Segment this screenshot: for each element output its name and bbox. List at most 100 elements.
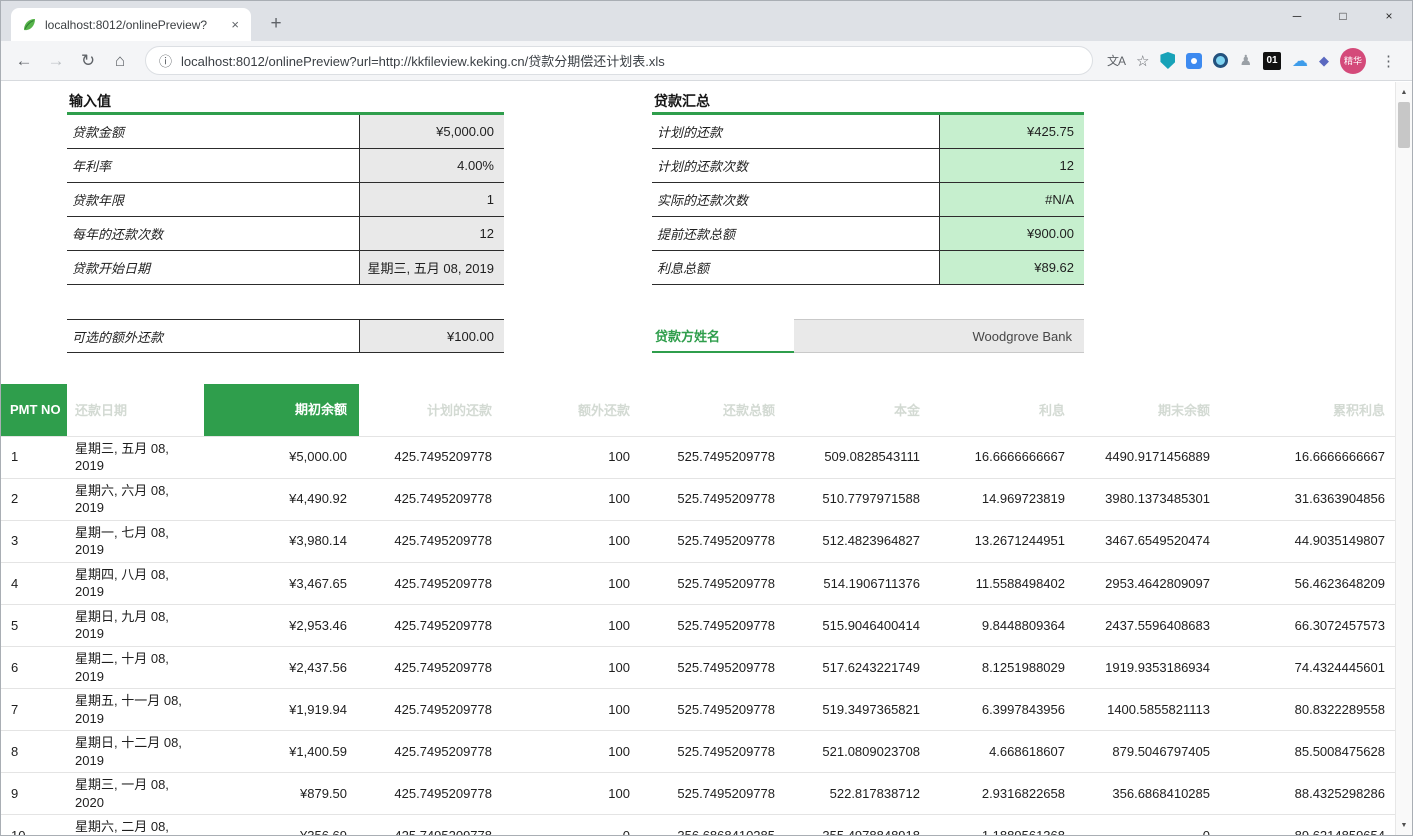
home-icon[interactable]: ⌂ [105, 46, 135, 76]
shield-extension-icon[interactable] [1160, 52, 1175, 69]
input-row-value: 12 [359, 217, 504, 250]
input-row-value: 1 [359, 183, 504, 216]
cell-pmt-no: 10 [1, 815, 67, 835]
cell-scheduled-payment: 425.7495209778 [359, 815, 504, 835]
cell-interest: 8.1251988029 [932, 646, 1077, 688]
profile-avatar[interactable]: 精华 [1340, 48, 1366, 74]
summary-row: 提前还款总额 ¥900.00 [652, 217, 1084, 251]
cell-cumulative-interest: 56.4623648209 [1222, 562, 1397, 604]
cell-pmt-no: 9 [1, 773, 67, 815]
schedule-row: 4 星期四, 八月 08, 2019 ¥3,467.65 425.7495209… [1, 562, 1397, 604]
gray-extension-icon[interactable]: ♟ [1239, 52, 1252, 69]
cell-pmt-no: 4 [1, 562, 67, 604]
cell-payment-date: 星期一, 七月 08, 2019 [67, 520, 204, 562]
cell-total-payment: 525.7495209778 [642, 773, 787, 815]
cell-ending-balance: 1919.9353186934 [1077, 646, 1222, 688]
kkfileview-leaf-favicon-icon [21, 17, 37, 33]
cell-scheduled-payment: 425.7495209778 [359, 646, 504, 688]
cell-principal: 355.4978848918 [787, 815, 932, 835]
cell-total-payment: 525.7495209778 [642, 520, 787, 562]
amortization-table: PMT NO 还款日期 期初余额 计划的还款 额外还款 还款总额 本金 利息 期… [1, 384, 1397, 835]
header-extra-payment: 额外还款 [504, 384, 642, 436]
circle-extension-icon[interactable] [1213, 53, 1228, 68]
input-row-label: 年利率 [67, 149, 359, 182]
cell-extra-payment: 100 [504, 604, 642, 646]
cell-principal: 512.4823964827 [787, 520, 932, 562]
header-payment-date: 还款日期 [67, 384, 204, 436]
window-controls: ─ □ × [1274, 1, 1412, 31]
extra-payment-label: 可选的额外还款 [67, 320, 359, 352]
cell-beginning-balance: ¥4,490.92 [204, 478, 359, 520]
cell-interest: 9.8448809364 [932, 604, 1077, 646]
input-row: 年利率 4.00% [67, 149, 504, 183]
schedule-row: 3 星期一, 七月 08, 2019 ¥3,980.14 425.7495209… [1, 520, 1397, 562]
cell-cumulative-interest: 44.9035149807 [1222, 520, 1397, 562]
menu-kebab-icon[interactable]: ⋮ [1377, 52, 1400, 70]
cell-payment-date: 星期三, 五月 08, 2019 [67, 436, 204, 478]
cell-scheduled-payment: 425.7495209778 [359, 478, 504, 520]
tab-close-icon[interactable]: × [229, 17, 241, 32]
cell-extra-payment: 100 [504, 436, 642, 478]
new-tab-button[interactable]: + [263, 11, 289, 37]
translate-icon[interactable]: 文A [1107, 52, 1125, 69]
cell-cumulative-interest: 80.8322289558 [1222, 689, 1397, 731]
pointer-extension-icon[interactable]: ◆ [1319, 53, 1329, 69]
cell-total-payment: 525.7495209778 [642, 646, 787, 688]
summary-panel-title: 贷款汇总 [652, 88, 1084, 112]
extra-payment-row: 可选的额外还款 ¥100.00 [67, 319, 504, 353]
address-bar[interactable]: ⓘ localhost:8012/onlinePreview?url=http:… [145, 46, 1093, 75]
cell-beginning-balance: ¥356.69 [204, 815, 359, 835]
spacer [67, 285, 504, 319]
cell-total-payment: 525.7495209778 [642, 731, 787, 773]
reload-icon[interactable]: ↻ [73, 46, 103, 76]
scrollbar-thumb[interactable] [1398, 102, 1410, 148]
input-row-label: 每年的还款次数 [67, 217, 359, 250]
input-row: 贷款开始日期 星期三, 五月 08, 2019 [67, 251, 504, 285]
forward-icon[interactable]: → [41, 46, 71, 76]
cell-scheduled-payment: 425.7495209778 [359, 562, 504, 604]
cell-ending-balance: 4490.9171456889 [1077, 436, 1222, 478]
summary-row-value: #N/A [939, 183, 1084, 216]
header-scheduled-payment: 计划的还款 [359, 384, 504, 436]
summary-row: 计划的还款 ¥425.75 [652, 115, 1084, 149]
scroll-down-icon[interactable]: ▼ [1396, 817, 1412, 833]
vertical-scrollbar[interactable]: ▲ ▼ [1395, 82, 1412, 835]
cell-scheduled-payment: 425.7495209778 [359, 520, 504, 562]
browser-tab[interactable]: localhost:8012/onlinePreview? × [11, 8, 251, 41]
cell-cumulative-interest: 74.4324445601 [1222, 646, 1397, 688]
header-beginning-balance: 期初余额 [204, 384, 359, 436]
scroll-up-icon[interactable]: ▲ [1396, 84, 1412, 100]
cell-beginning-balance: ¥2,953.46 [204, 604, 359, 646]
url-text[interactable]: localhost:8012/onlinePreview?url=http://… [181, 51, 665, 70]
blue-extension-icon[interactable] [1186, 53, 1202, 69]
table-header-row: PMT NO 还款日期 期初余额 计划的还款 额外还款 还款总额 本金 利息 期… [1, 384, 1397, 436]
summary-row-label: 计划的还款 [652, 115, 939, 148]
cell-interest: 13.2671244951 [932, 520, 1077, 562]
input-row-value: 星期三, 五月 08, 2019 [359, 251, 504, 284]
bookmark-star-icon[interactable]: ☆ [1136, 52, 1149, 70]
cell-extra-payment: 100 [504, 773, 642, 815]
extra-payment-value: ¥100.00 [359, 320, 504, 352]
counter-badge-icon[interactable]: 01 [1263, 52, 1281, 70]
loan-summary-panel: 贷款汇总 计划的还款 ¥425.75 计划的还款次数 12 实际的还款次数 #N… [652, 88, 1084, 353]
cell-extra-payment: 100 [504, 689, 642, 731]
header-ending-balance: 期末余额 [1077, 384, 1222, 436]
cell-ending-balance: 2953.4642809097 [1077, 562, 1222, 604]
summary-row-label: 利息总额 [652, 251, 939, 284]
cell-principal: 522.817838712 [787, 773, 932, 815]
cell-cumulative-interest: 89.6214859654 [1222, 815, 1397, 835]
page-info-icon[interactable]: ⓘ [159, 51, 172, 70]
close-button[interactable]: × [1366, 1, 1412, 31]
summary-row-value: ¥425.75 [939, 115, 1084, 148]
spacer [652, 285, 1084, 319]
cell-principal: 509.0828543111 [787, 436, 932, 478]
minimize-button[interactable]: ─ [1274, 1, 1320, 31]
cell-payment-date: 星期日, 九月 08, 2019 [67, 604, 204, 646]
preview-content: 输入值 贷款金额 ¥5,000.00 年利率 4.00% 贷款年限 1 [1, 82, 1412, 835]
summary-row: 计划的还款次数 12 [652, 149, 1084, 183]
cloud-extension-icon[interactable]: ☁ [1292, 51, 1308, 71]
back-icon[interactable]: ← [9, 46, 39, 76]
cell-principal: 517.6243221749 [787, 646, 932, 688]
maximize-button[interactable]: □ [1320, 1, 1366, 31]
cell-extra-payment: 100 [504, 731, 642, 773]
